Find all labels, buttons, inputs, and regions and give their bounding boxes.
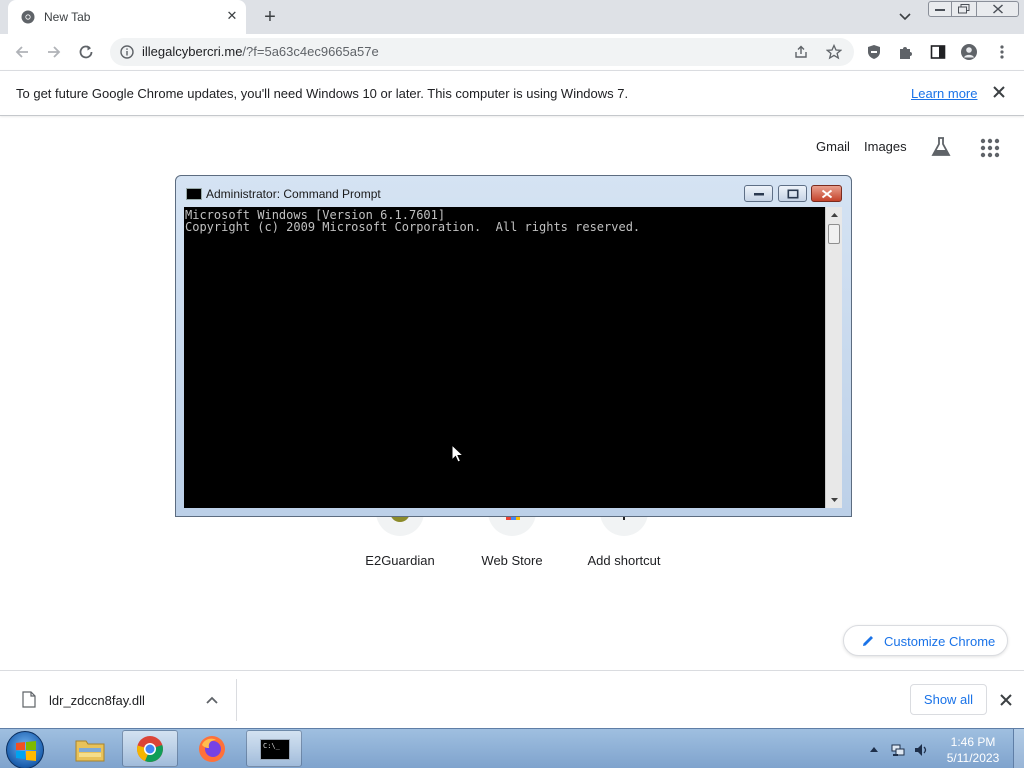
download-shelf-close-icon[interactable]: [999, 693, 1013, 707]
taskbar-firefox-button[interactable]: [184, 730, 240, 767]
cmd-output-line: Copyright (c) 2009 Microsoft Corporation…: [185, 220, 641, 234]
cmd-maximize-button[interactable]: [778, 185, 807, 202]
infobar-message: To get future Google Chrome updates, you…: [16, 86, 629, 101]
forward-arrow-icon[interactable]: [45, 43, 63, 61]
labs-flask-icon[interactable]: [930, 136, 952, 158]
url-text[interactable]: illegalcybercri.me/?f=5a63c4ec9665a57e: [142, 44, 379, 59]
divider: [236, 679, 237, 721]
tab-strip: New Tab ✕ +: [0, 0, 1024, 34]
mouse-pointer-icon: [451, 444, 465, 463]
cmd-window-icon: [186, 188, 202, 200]
learn-more-link[interactable]: Learn more: [911, 86, 977, 101]
window-minimize-button[interactable]: [928, 1, 952, 17]
browser-toolbar: illegalcybercri.me/?f=5a63c4ec9665a57e: [0, 34, 1024, 70]
tab-title: New Tab: [44, 10, 91, 24]
cmd-console-output[interactable]: Microsoft Windows [Version 6.1.7601] Cop…: [184, 207, 825, 508]
windows-logo-icon: [16, 741, 36, 761]
window-restore-button[interactable]: [951, 1, 977, 17]
shortcut-label: Add shortcut: [587, 553, 661, 568]
chevron-up-icon[interactable]: [206, 695, 218, 705]
cmd-minimize-button[interactable]: [744, 185, 773, 202]
extensions-puzzle-icon[interactable]: [898, 44, 914, 60]
network-icon[interactable]: [891, 743, 905, 757]
windows-taskbar: C:\_ 1:46 PM 5/11/2023: [0, 728, 1024, 768]
side-panel-icon[interactable]: [930, 44, 946, 60]
chrome-favicon-icon: [21, 10, 35, 24]
back-arrow-icon[interactable]: [13, 43, 31, 61]
chrome-menu-icon[interactable]: [994, 44, 1010, 60]
cmd-icon-text: C:\_: [263, 742, 280, 750]
new-tab-button[interactable]: +: [260, 7, 280, 27]
tab-new-tab[interactable]: New Tab ✕: [8, 0, 246, 34]
cmd-scroll-thumb[interactable]: [828, 224, 840, 244]
gmail-link[interactable]: Gmail: [816, 139, 850, 154]
reload-icon[interactable]: [77, 43, 95, 61]
volume-speaker-icon[interactable]: [914, 743, 928, 757]
show-all-downloads-button[interactable]: Show all: [910, 684, 987, 715]
command-prompt-window[interactable]: Administrator: Command Prompt Microsoft …: [175, 175, 852, 517]
scroll-down-arrow-icon[interactable]: [826, 494, 843, 506]
start-button[interactable]: [6, 731, 44, 768]
update-infobar: To get future Google Chrome updates, you…: [0, 70, 1024, 116]
share-icon[interactable]: [793, 44, 809, 60]
download-shelf: ldr_zdccn8fay.dll Show all: [0, 670, 1024, 728]
taskbar-explorer-button[interactable]: [62, 730, 118, 767]
site-info-icon[interactable]: [120, 45, 134, 59]
file-icon: [22, 691, 36, 708]
cmd-window-title: Administrator: Command Prompt: [206, 187, 381, 201]
shortcut-label: E2Guardian: [365, 553, 435, 568]
download-file-name[interactable]: ldr_zdccn8fay.dll: [49, 693, 145, 708]
bookmark-star-icon[interactable]: [826, 44, 842, 60]
infobar-close-icon[interactable]: [992, 85, 1006, 99]
pencil-icon: [863, 636, 873, 646]
window-close-button[interactable]: [976, 1, 1019, 17]
chrome-icon: [137, 735, 163, 762]
taskbar-clock-time[interactable]: 1:46 PM: [940, 735, 1006, 749]
cmd-scrollbar[interactable]: [825, 207, 842, 508]
tab-close-icon[interactable]: ✕: [224, 8, 240, 24]
tab-search-chevron-icon[interactable]: [897, 10, 913, 24]
ublock-shield-icon[interactable]: [866, 44, 882, 60]
taskbar-clock-date[interactable]: 5/11/2023: [940, 751, 1006, 765]
cmd-close-button[interactable]: [811, 185, 842, 202]
folder-icon: [75, 740, 105, 761]
customize-chrome-button[interactable]: Customize Chrome: [843, 625, 1008, 656]
address-bar[interactable]: illegalcybercri.me/?f=5a63c4ec9665a57e: [110, 38, 854, 66]
firefox-icon: [199, 735, 225, 762]
shortcut-label: Web Store: [481, 553, 543, 568]
cmd-taskbar-icon: C:\_: [260, 739, 290, 760]
google-apps-grid-icon[interactable]: [980, 138, 1000, 158]
images-link[interactable]: Images: [864, 139, 907, 154]
scroll-up-arrow-icon[interactable]: [826, 209, 843, 221]
url-host: illegalcybercri.me: [142, 44, 243, 59]
show-desktop-button[interactable]: [1013, 729, 1024, 768]
customize-chrome-label: Customize Chrome: [884, 634, 996, 649]
show-hidden-icons-arrow-icon[interactable]: [869, 745, 879, 753]
url-path: /?f=5a63c4ec9665a57e: [242, 44, 379, 59]
taskbar-cmd-button[interactable]: C:\_: [246, 730, 302, 767]
profile-avatar-icon[interactable]: [961, 44, 977, 60]
taskbar-chrome-button[interactable]: [122, 730, 178, 767]
